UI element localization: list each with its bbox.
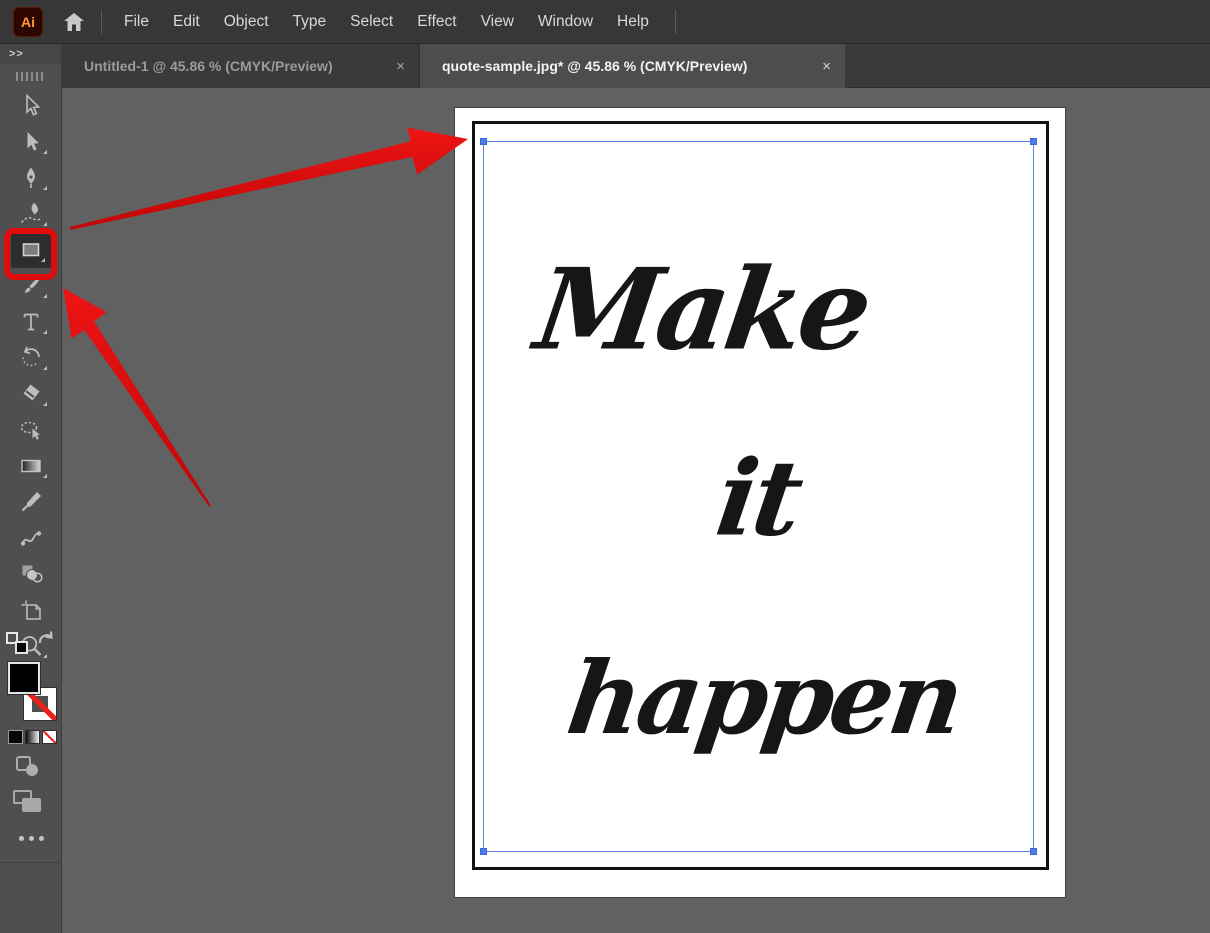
tab-title: quote-sample.jpg* @ 45.86 % (CMYK/Previe… (442, 58, 748, 74)
default-fill-square (15, 641, 28, 654)
none-button[interactable] (42, 730, 57, 744)
menu-view[interactable]: View (469, 0, 526, 44)
pen-tool[interactable] (9, 160, 53, 196)
screen-mode-front-rect (22, 798, 41, 812)
rotate-tool[interactable] (9, 340, 53, 376)
tab-untitled-1[interactable]: Untitled-1 @ 45.86 % (CMYK/Preview) × (62, 44, 420, 88)
selection-tool[interactable] (9, 88, 53, 124)
artboard-tool[interactable] (9, 592, 53, 628)
home-icon[interactable] (61, 9, 87, 35)
close-icon[interactable]: × (378, 58, 405, 75)
rectangle-tool[interactable] (10, 232, 51, 268)
menu-file[interactable]: File (112, 0, 161, 44)
type-tool[interactable] (9, 304, 53, 340)
tools-panel-header: >> (0, 44, 61, 64)
draw-mode-circle (26, 764, 38, 776)
menu-select[interactable]: Select (338, 0, 405, 44)
panel-divider (0, 862, 62, 863)
selection-handle-bottom-left[interactable] (480, 848, 487, 855)
document-tab-bar: Untitled-1 @ 45.86 % (CMYK/Preview) × qu… (62, 44, 1210, 88)
eraser-tool[interactable] (9, 376, 53, 412)
artwork-text-line: it (709, 436, 807, 560)
menu-type[interactable]: Type (281, 0, 339, 44)
menu-effect[interactable]: Effect (405, 0, 468, 44)
illustrator-window: Ai File Edit Object Type Select Effect V… (0, 0, 1210, 933)
paintbrush-tool[interactable] (9, 268, 53, 304)
direct-selection-tool[interactable] (9, 124, 53, 160)
artwork-text-line: happen (560, 639, 968, 757)
expand-panel-icon[interactable]: >> (0, 48, 24, 60)
artwork-text-line: Make (528, 244, 876, 376)
edit-toolbar-ellipsis[interactable] (0, 836, 62, 841)
illustrator-app-icon[interactable]: Ai (13, 6, 43, 37)
tool-list (0, 88, 61, 664)
gradient-button[interactable] (25, 730, 40, 744)
close-icon[interactable]: × (804, 58, 831, 75)
menu-window[interactable]: Window (526, 0, 605, 44)
swap-fill-stroke-icon[interactable] (36, 630, 56, 655)
main-menus: File Edit Object Type Select Effect View… (112, 0, 661, 44)
blend-tool[interactable] (9, 520, 53, 556)
gradient-tool[interactable] (9, 448, 53, 484)
tab-title: Untitled-1 @ 45.86 % (CMYK/Preview) (84, 58, 333, 74)
menu-bar: Ai File Edit Object Type Select Effect V… (0, 0, 1210, 44)
selection-handle-bottom-right[interactable] (1030, 848, 1037, 855)
screen-mode-icon[interactable] (13, 790, 41, 812)
tools-panel: >> (0, 44, 62, 933)
curvature-tool[interactable] (9, 196, 53, 232)
color-button[interactable] (8, 730, 23, 744)
artboard-page: Make it happen (455, 108, 1065, 897)
panel-drag-grip[interactable] (15, 72, 46, 81)
menubar-divider (674, 9, 676, 34)
lasso-tool[interactable] (9, 412, 53, 448)
shape-builder-tool[interactable] (9, 556, 53, 592)
eyedropper-tool[interactable] (9, 484, 53, 520)
canvas-pasteboard: Make it happen (62, 88, 1210, 933)
fill-color-swatch[interactable] (8, 662, 40, 694)
menubar-divider (101, 9, 102, 34)
selection-handle-top-right[interactable] (1030, 138, 1037, 145)
none-slash-icon (43, 731, 56, 743)
default-fill-stroke-icon[interactable] (6, 632, 28, 654)
menu-object[interactable]: Object (212, 0, 281, 44)
draw-mode-icon[interactable] (16, 756, 38, 776)
menu-help[interactable]: Help (605, 0, 661, 44)
selection-handle-top-left[interactable] (480, 138, 487, 145)
tab-quote-sample[interactable]: quote-sample.jpg* @ 45.86 % (CMYK/Previe… (420, 44, 845, 88)
color-type-buttons (8, 730, 57, 744)
menu-edit[interactable]: Edit (161, 0, 212, 44)
